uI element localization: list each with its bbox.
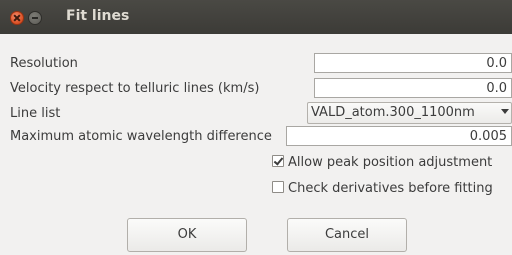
max-diff-label: Maximum atomic wavelength difference <box>10 129 272 144</box>
line-list-label: Line list <box>10 106 61 121</box>
check-derivatives-label: Check derivatives before fitting <box>288 181 493 196</box>
velocity-input[interactable]: 0.0 <box>314 78 512 98</box>
cancel-button[interactable]: Cancel <box>287 218 407 252</box>
allow-peak-label: Allow peak position adjustment <box>288 155 493 170</box>
close-icon[interactable] <box>10 11 24 25</box>
line-list-select[interactable]: VALD_atom.300_1100nm <box>307 102 512 124</box>
title-bar: Fit lines <box>0 0 512 34</box>
resolution-input[interactable]: 0.0 <box>314 53 512 73</box>
window-title: Fit lines <box>66 8 130 24</box>
allow-peak-checkbox[interactable] <box>272 155 284 167</box>
check-derivatives-option[interactable]: Check derivatives before fitting <box>272 181 493 196</box>
minimize-icon[interactable] <box>28 11 42 25</box>
line-list-value: VALD_atom.300_1100nm <box>311 105 475 120</box>
velocity-label: Velocity respect to telluric lines (km/s… <box>10 81 260 96</box>
ok-button[interactable]: OK <box>127 218 247 252</box>
check-derivatives-checkbox[interactable] <box>272 181 284 193</box>
resolution-label: Resolution <box>10 56 78 71</box>
max-diff-input[interactable]: 0.005 <box>286 126 512 146</box>
allow-peak-option[interactable]: Allow peak position adjustment <box>272 155 492 170</box>
chevron-down-icon <box>501 109 509 114</box>
